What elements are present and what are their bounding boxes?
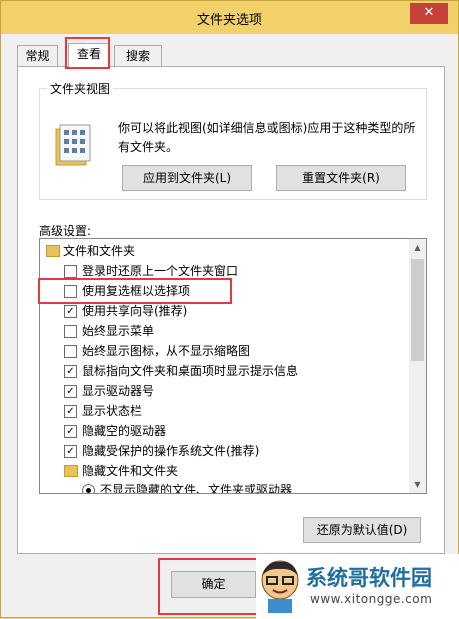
- view-tab-panel: 文件夹视图 你可以将此视图(如详细信息或图标)应用于这种类型的所有文件夹。 应用…: [17, 66, 445, 554]
- setting-label: 显示状态栏: [82, 404, 143, 418]
- highlight-checkbox-option: [38, 278, 232, 304]
- checkbox-checked[interactable]: ✓: [64, 385, 77, 398]
- folder-view-icon: [55, 124, 91, 166]
- setting-label: 始终显示菜单: [82, 324, 155, 338]
- watermark-url: www.xitongge.com: [310, 592, 433, 606]
- tree-label: 隐藏文件和文件夹: [82, 464, 179, 478]
- advanced-settings-label: 高级设置:: [39, 224, 92, 238]
- checkbox-checked[interactable]: ✓: [64, 305, 77, 318]
- setting-label: 不显示隐藏的文件、文件夹或驱动器: [100, 483, 293, 494]
- checkbox-checked[interactable]: ✓: [64, 445, 77, 458]
- tree-label: 文件和文件夹: [63, 244, 136, 258]
- reset-folders-button[interactable]: 重置文件夹(R): [276, 165, 406, 191]
- highlight-ok-button: [158, 558, 262, 615]
- scroll-down-arrow-icon[interactable]: ▼: [409, 476, 426, 493]
- vertical-scrollbar[interactable]: ▲ ▼: [409, 239, 426, 493]
- checkbox[interactable]: [64, 345, 77, 358]
- setting-label: 鼠标指向文件夹和桌面项时显示提示信息: [82, 364, 299, 378]
- watermark-site-name: 系统哥软件园: [306, 566, 432, 590]
- folder-icon: [46, 245, 60, 257]
- checkbox-checked[interactable]: ✓: [64, 425, 77, 438]
- checkbox[interactable]: [64, 265, 77, 278]
- radio-selected[interactable]: [82, 484, 95, 493]
- setting-label: 显示驱动器号: [82, 384, 155, 398]
- mascot-logo-icon: [261, 560, 299, 613]
- advanced-settings-list: 文件和文件夹 登录时还原上一个文件夹窗口 使用复选框以选择项 ✓ 使用共享向导(…: [39, 238, 427, 494]
- folder-views-title: 文件夹视图: [47, 80, 114, 97]
- setting-label: 使用共享向导(推荐): [82, 304, 188, 318]
- checkbox-checked[interactable]: ✓: [64, 365, 77, 378]
- setting-label: 隐藏空的驱动器: [82, 424, 167, 438]
- folder-icon: [64, 465, 78, 477]
- window-title: 文件夹选项: [196, 13, 262, 28]
- setting-label: 始终显示图标，从不显示缩略图: [82, 344, 251, 358]
- highlight-view-tab: [65, 37, 110, 69]
- scroll-thumb[interactable]: [411, 259, 424, 361]
- scroll-up-arrow-icon[interactable]: ▲: [409, 239, 426, 256]
- tab-search[interactable]: 搜索: [114, 45, 162, 66]
- folder-options-dialog: 文件夹选项 ✕ 常规 查看 搜索 文件夹视图 你可以将此视图(如详细信息或图标)…: [0, 0, 459, 619]
- checkbox-checked[interactable]: ✓: [64, 405, 77, 418]
- close-button[interactable]: ✕: [410, 3, 448, 24]
- apply-to-folders-button[interactable]: 应用到文件夹(L): [122, 165, 252, 191]
- folder-views-description: 你可以将此视图(如详细信息或图标)应用于这种类型的所有文件夹。: [118, 121, 416, 154]
- restore-defaults-button[interactable]: 还原为默认值(D): [303, 517, 421, 543]
- setting-label: 隐藏受保护的操作系统文件(推荐): [82, 444, 260, 458]
- site-watermark: 系统哥软件园 www.xitongge.com: [256, 554, 459, 619]
- folder-views-group: 文件夹视图 你可以将此视图(如详细信息或图标)应用于这种类型的所有文件夹。 应用…: [39, 80, 427, 200]
- checkbox[interactable]: [64, 325, 77, 338]
- tab-general[interactable]: 常规: [17, 45, 58, 66]
- title-bar: 文件夹选项 ✕: [1, 1, 458, 34]
